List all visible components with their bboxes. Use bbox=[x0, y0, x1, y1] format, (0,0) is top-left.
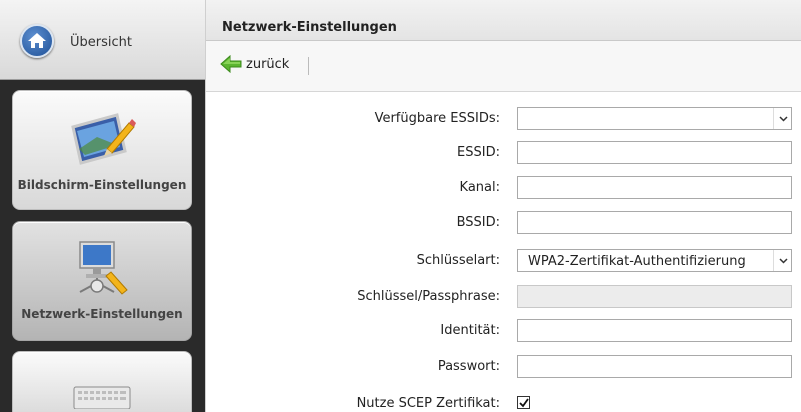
form-row-available-essids: Verfügbare ESSIDs: bbox=[206, 107, 801, 131]
form-row-bssid: BSSID: bbox=[206, 211, 801, 235]
available-essids-select[interactable] bbox=[517, 107, 792, 130]
essid-label: ESSID: bbox=[457, 145, 500, 160]
back-label[interactable]: zurück bbox=[246, 57, 289, 72]
green-arrow-left-icon[interactable] bbox=[220, 55, 242, 73]
toolbar-divider bbox=[308, 57, 309, 75]
passphrase-field bbox=[517, 285, 792, 308]
identity-label: Identität: bbox=[440, 323, 500, 338]
essid-field[interactable] bbox=[517, 141, 792, 164]
main-panel: Netzwerk-Einstellungen zurück Verfügbare… bbox=[205, 0, 801, 412]
sidebar: Übersicht Bildschirm-Einstellungen Netzw… bbox=[0, 0, 205, 412]
network-monitor-icon bbox=[72, 236, 132, 304]
key-type-value: WPA2-Zertifikat-Authentifizierung bbox=[528, 254, 746, 269]
key-type-label: Schlüsselart: bbox=[416, 253, 500, 268]
form-row-key-type: Schlüsselart: WPA2-Zertifikat-Authentifi… bbox=[206, 249, 801, 273]
monitor-pen-icon bbox=[67, 109, 137, 171]
form-row-essid: ESSID: bbox=[206, 141, 801, 165]
form-row-identity: Identität: bbox=[206, 319, 801, 343]
home-bar[interactable]: Übersicht bbox=[0, 0, 205, 80]
checkmark-icon bbox=[519, 398, 529, 408]
back-button[interactable]: zurück bbox=[220, 53, 289, 75]
key-type-select[interactable]: WPA2-Zertifikat-Authentifizierung bbox=[517, 249, 792, 272]
home-label[interactable]: Übersicht bbox=[70, 35, 132, 50]
home-icon[interactable] bbox=[20, 24, 54, 58]
password-field[interactable] bbox=[517, 355, 792, 378]
sidebar-item-network-settings[interactable]: Netzwerk-Einstellungen bbox=[12, 221, 192, 341]
toolbar: zurück bbox=[206, 41, 801, 92]
password-label: Passwort: bbox=[437, 359, 500, 374]
form-row-password: Passwort: bbox=[206, 355, 801, 379]
identity-field[interactable] bbox=[517, 319, 792, 342]
page-header: Netzwerk-Einstellungen bbox=[206, 0, 801, 41]
bssid-label: BSSID: bbox=[456, 215, 500, 230]
sidebar-item-keyboard[interactable] bbox=[12, 351, 192, 412]
form-row-scep: Nutze SCEP Zertifikat: bbox=[206, 392, 801, 412]
available-essids-label: Verfügbare ESSIDs: bbox=[374, 111, 500, 126]
keyboard-icon bbox=[73, 385, 131, 412]
sidebar-item-display-settings[interactable]: Bildschirm-Einstellungen bbox=[12, 90, 192, 210]
scep-label: Nutze SCEP Zertifikat: bbox=[356, 396, 500, 411]
sidebar-item-label: Netzwerk-Einstellungen bbox=[21, 307, 183, 321]
chevron-down-icon[interactable] bbox=[773, 108, 791, 129]
form-row-channel: Kanal: bbox=[206, 176, 801, 200]
channel-label: Kanal: bbox=[459, 180, 500, 195]
bssid-field[interactable] bbox=[517, 211, 792, 234]
scep-checkbox[interactable] bbox=[517, 396, 530, 409]
passphrase-label: Schlüssel/Passphrase: bbox=[357, 289, 500, 304]
form-row-passphrase: Schlüssel/Passphrase: bbox=[206, 285, 801, 309]
chevron-down-icon[interactable] bbox=[773, 250, 791, 271]
page-title: Netzwerk-Einstellungen bbox=[222, 20, 397, 35]
sidebar-item-label: Bildschirm-Einstellungen bbox=[17, 178, 187, 192]
channel-field[interactable] bbox=[517, 176, 792, 199]
